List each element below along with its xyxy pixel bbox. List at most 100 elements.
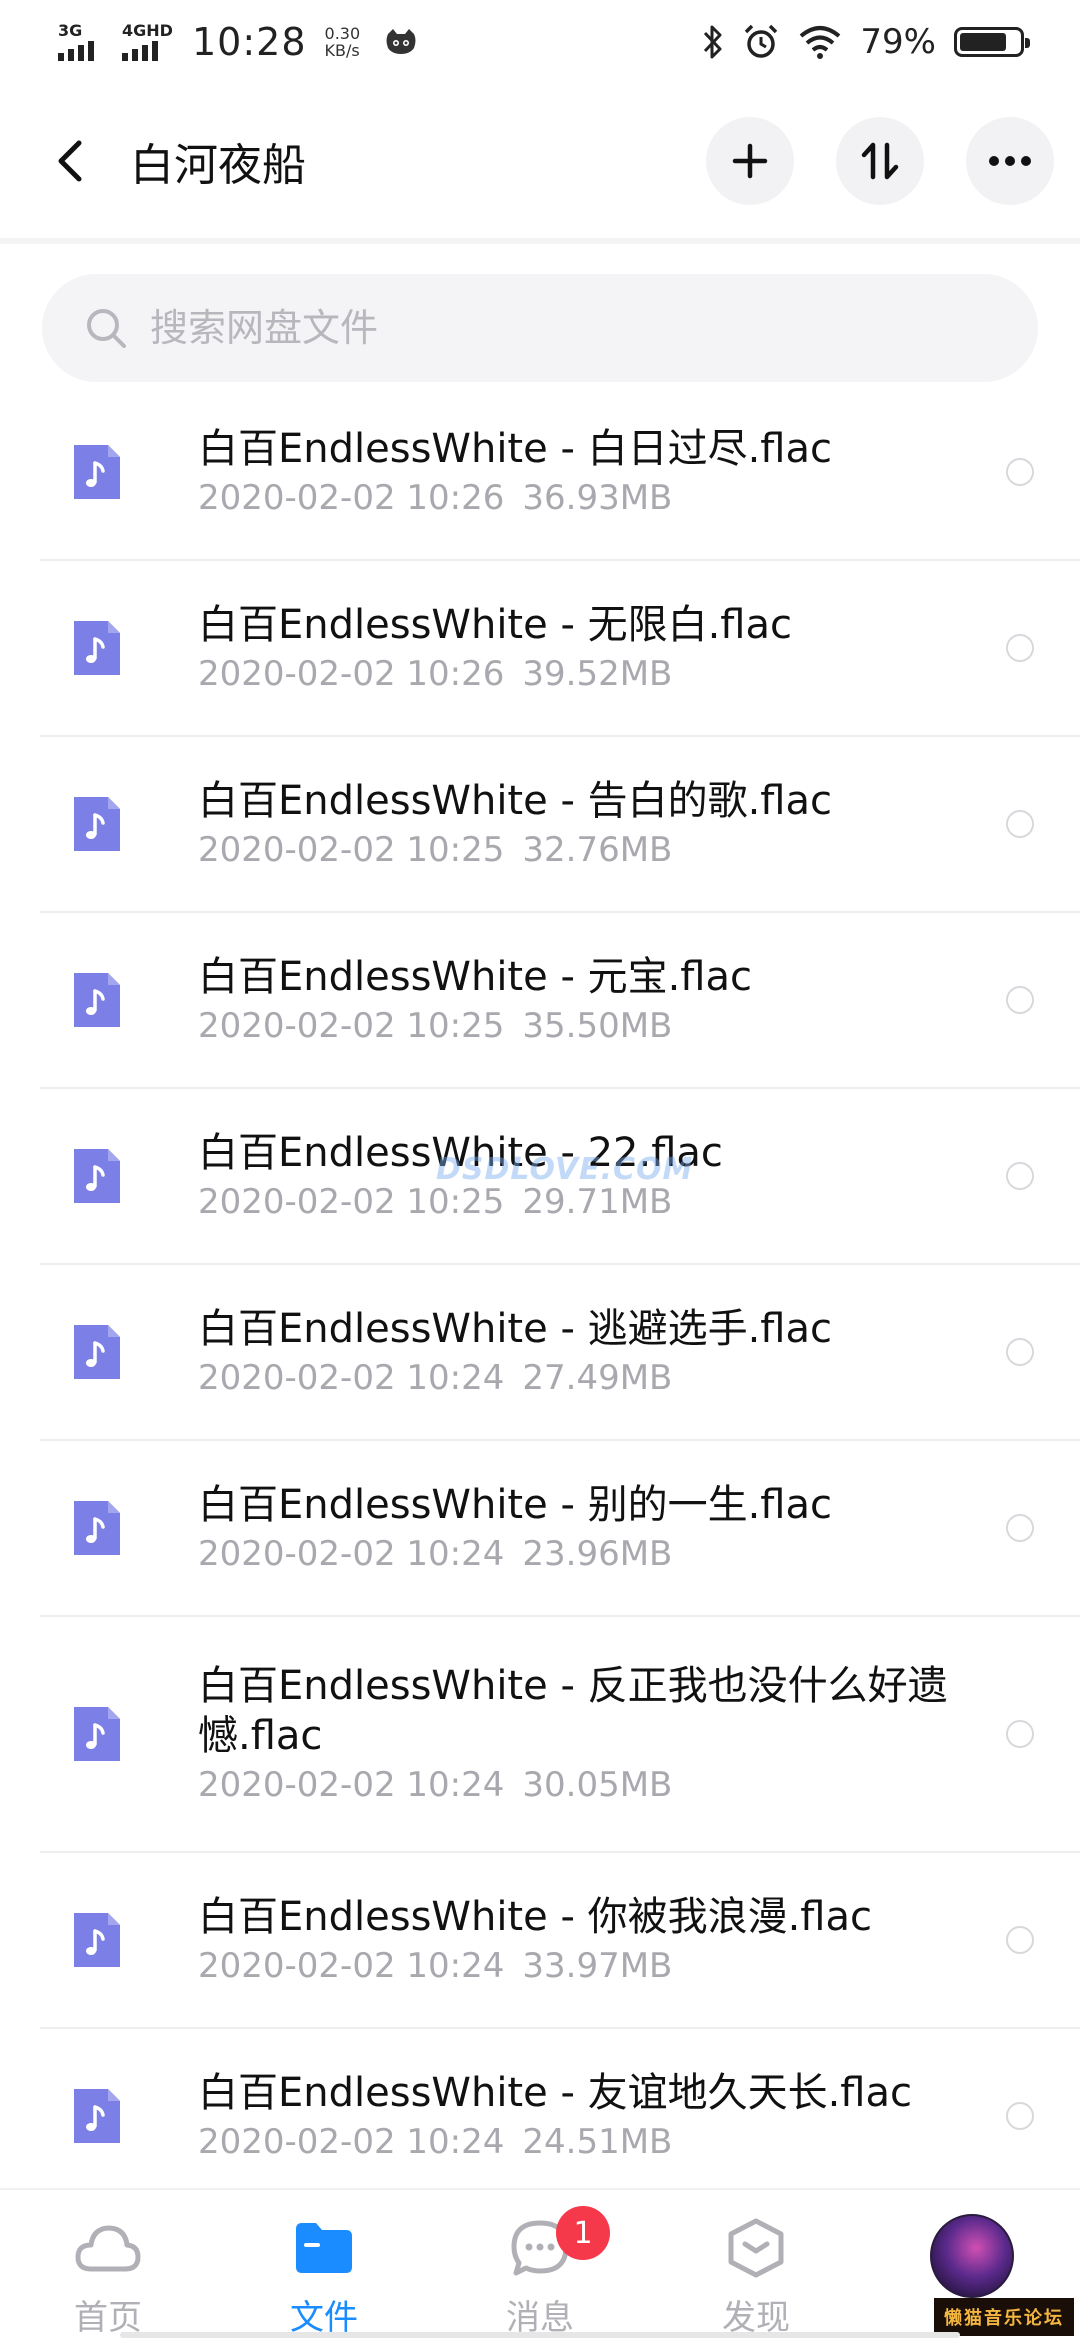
file-date: 2020-02-02 10:24 [198, 1358, 505, 1398]
plus-icon [732, 143, 768, 179]
file-size: 29.71MB [522, 1182, 673, 1222]
file-date: 2020-02-02 10:24 [198, 1534, 505, 1574]
discover-icon [728, 2218, 784, 2278]
file-date: 2020-02-02 10:26 [198, 654, 505, 694]
select-checkbox[interactable] [1006, 1720, 1034, 1748]
select-checkbox[interactable] [1006, 1926, 1034, 1954]
file-name: 白百EndlessWhite - 友谊地久天长.flac [198, 2070, 913, 2116]
file-row[interactable]: 白百EndlessWhite - 逃避选手.flac 2020-02-02 10:… [40, 1265, 1080, 1441]
tab-home[interactable]: 首页 [0, 2190, 216, 2340]
music-file-icon [74, 1913, 120, 1967]
file-meta: 2020-02-02 10:24 27.49MB [198, 1356, 980, 1400]
file-date: 2020-02-02 10:26 [198, 478, 505, 518]
file-row[interactable]: 白百EndlessWhite - 友谊地久天长.flac 2020-02-02 1… [40, 2029, 1080, 2205]
file-name: 白百EndlessWhite - 逃避选手.flac [198, 1306, 833, 1352]
folder-icon [296, 2223, 352, 2273]
select-checkbox[interactable] [1006, 634, 1034, 662]
search-bar[interactable] [42, 274, 1038, 382]
speed-value: 0.30 [324, 24, 361, 43]
music-file-icon [74, 1149, 120, 1203]
network-speed: 0.30 KB/s [325, 25, 361, 59]
file-meta: 2020-02-02 10:24 33.97MB [198, 1944, 980, 1988]
avatar[interactable] [930, 2214, 1014, 2298]
file-size: 35.50MB [522, 1006, 673, 1046]
file-name: 白百EndlessWhite - 告白的歌.flac [198, 778, 833, 824]
forum-stamp: 懒猫音乐论坛 [934, 2298, 1074, 2336]
file-date: 2020-02-02 10:24 [198, 1946, 505, 1986]
file-size: 32.76MB [522, 830, 673, 870]
file-date: 2020-02-02 10:24 [198, 2122, 505, 2162]
more-icon [989, 156, 1031, 166]
status-bar: 3G 4GHD 10:28 0.30 KB/s 79% [0, 0, 1080, 84]
file-row[interactable]: 白百EndlessWhite - 无限白.flac 2020-02-02 10:2… [40, 561, 1080, 737]
select-checkbox[interactable] [1006, 458, 1034, 486]
select-checkbox[interactable] [1006, 1338, 1034, 1366]
file-size: 23.96MB [522, 1534, 673, 1574]
file-meta: 2020-02-02 10:24 23.96MB [198, 1532, 980, 1576]
wifi-icon [800, 26, 841, 59]
music-file-icon [74, 445, 120, 499]
file-meta: 2020-02-02 10:24 30.05MB [198, 1763, 980, 1807]
search-icon [87, 309, 126, 348]
sort-icon [861, 142, 899, 180]
music-file-icon [74, 973, 120, 1027]
file-list: 白百EndlessWhite - 白日过尽.flac 2020-02-02 10:… [0, 385, 1080, 2205]
signal-sim2-icon: 4GHD [122, 21, 173, 61]
select-checkbox[interactable] [1006, 1514, 1034, 1542]
music-file-icon [74, 621, 120, 675]
file-row[interactable]: 白百EndlessWhite - 你被我浪漫.flac 2020-02-02 10… [40, 1853, 1080, 2029]
bluetooth-icon [704, 25, 722, 59]
file-name: 白百EndlessWhite - 别的一生.flac [198, 1482, 833, 1528]
back-button[interactable] [40, 131, 100, 191]
file-name: 白百EndlessWhite - 你被我浪漫.flac [198, 1894, 873, 1940]
select-checkbox[interactable] [1006, 810, 1034, 838]
file-row[interactable]: 白百EndlessWhite - 元宝.flac 2020-02-02 10:25… [40, 913, 1080, 1089]
file-size: 36.93MB [522, 478, 673, 518]
add-button[interactable] [706, 117, 794, 205]
clock: 10:28 [192, 20, 307, 64]
file-meta: 2020-02-02 10:26 39.52MB [198, 652, 980, 696]
watermark: DSDLOVE.COM [436, 1152, 694, 1187]
music-file-icon [74, 1707, 120, 1761]
tab-files[interactable]: 文件 [216, 2190, 432, 2340]
file-row[interactable]: 白百EndlessWhite - 告白的歌.flac 2020-02-02 10:… [40, 737, 1080, 913]
music-file-icon [74, 1325, 120, 1379]
file-meta: 2020-02-02 10:25 35.50MB [198, 1004, 980, 1048]
select-checkbox[interactable] [1006, 2102, 1034, 2130]
file-row[interactable]: 白百EndlessWhite - 反正我也没什么好遗憾.flac 2020-02-… [40, 1617, 1080, 1853]
file-date: 2020-02-02 10:25 [198, 1182, 505, 1222]
file-size: 30.05MB [522, 1765, 673, 1805]
search-input[interactable] [150, 306, 950, 350]
select-checkbox[interactable] [1006, 1162, 1034, 1190]
file-row[interactable]: 白百EndlessWhite - 别的一生.flac 2020-02-02 10:… [40, 1441, 1080, 1617]
tab-messages[interactable]: 1 消息 [432, 2190, 648, 2340]
bottom-nav: 首页 文件 1 消息 发现 懒猫音乐论坛 [0, 2188, 1080, 2340]
page-title: 白河夜船 [130, 140, 306, 191]
file-name: 白百EndlessWhite - 白日过尽.flac [198, 426, 833, 472]
sim2-label: 4GHD [122, 21, 173, 40]
more-button[interactable] [966, 117, 1054, 205]
music-file-icon [74, 1501, 120, 1555]
speed-unit: KB/s [324, 41, 360, 60]
cat-app-icon [386, 29, 416, 54]
gesture-bar [120, 2332, 960, 2338]
sim1-label: 3G [58, 21, 83, 40]
file-meta: 2020-02-02 10:24 24.51MB [198, 2120, 980, 2164]
alarm-icon [745, 24, 778, 58]
file-date: 2020-02-02 10:25 [198, 1006, 505, 1046]
tab-discover[interactable]: 发现 [648, 2190, 864, 2340]
file-name: 白百EndlessWhite - 元宝.flac [198, 954, 753, 1000]
file-size: 27.49MB [522, 1358, 673, 1398]
signal-sim1-icon: 3G [58, 23, 108, 61]
file-size: 39.52MB [522, 654, 673, 694]
music-file-icon [74, 797, 120, 851]
file-meta: 2020-02-02 10:25 32.76MB [198, 828, 980, 872]
file-name: 白百EndlessWhite - 无限白.flac [198, 602, 793, 648]
file-date: 2020-02-02 10:24 [198, 1765, 505, 1805]
select-checkbox[interactable] [1006, 986, 1034, 1014]
file-meta: 2020-02-02 10:26 36.93MB [198, 476, 980, 520]
file-date: 2020-02-02 10:25 [198, 830, 505, 870]
file-row[interactable]: 白百EndlessWhite - 白日过尽.flac 2020-02-02 10:… [40, 385, 1080, 561]
music-file-icon [74, 2089, 120, 2143]
sort-button[interactable] [836, 117, 924, 205]
